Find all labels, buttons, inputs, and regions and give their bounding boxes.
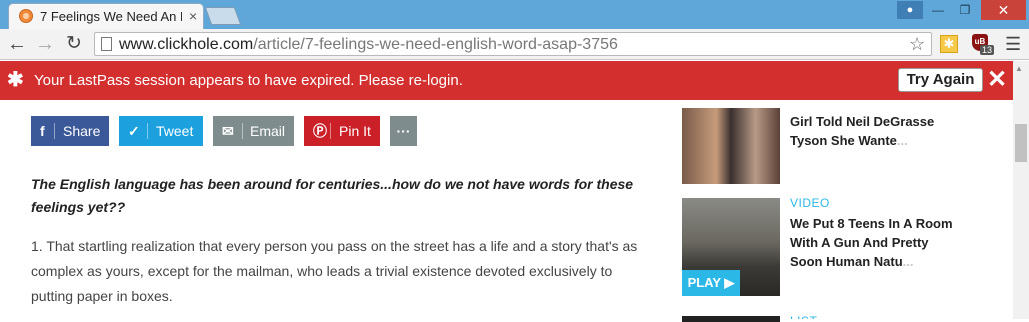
bookmark-star-icon[interactable]: ☆	[909, 34, 925, 54]
twitter-share-button[interactable]: ✓ Tweet	[119, 116, 203, 146]
user-profile-icon[interactable]: ●	[897, 1, 923, 19]
play-button[interactable]: PLAY ▶	[682, 270, 740, 296]
more-share-button[interactable]: ···	[390, 116, 417, 146]
try-again-button[interactable]: Try Again	[898, 68, 983, 92]
sidebar-item-label-2: VIDEO	[790, 196, 830, 210]
pinterest-share-label: Pin It	[339, 123, 371, 139]
page-content: f Share ✓ Tweet ✉ Email Ⓟ Pin It ··· The…	[0, 100, 1029, 322]
lastpass-asterisk-icon: ✱	[7, 69, 24, 91]
sidebar-item-title-2[interactable]: We Put 8 Teens In A Room With A Gun And …	[790, 214, 960, 271]
window-close-icon[interactable]: ✕	[981, 0, 1026, 20]
back-icon[interactable]: ←	[6, 33, 28, 55]
window-titlebar: 7 Feelings We Need An Er × ● — ❐ ✕	[0, 0, 1029, 29]
extension-badge: 13	[980, 45, 995, 55]
article-intro: The English language has been around for…	[31, 176, 634, 215]
clickhole-favicon-icon	[19, 9, 33, 23]
scrollbar-thumb[interactable]	[1015, 124, 1027, 162]
forward-icon[interactable]: →	[34, 33, 56, 55]
facebook-share-button[interactable]: f Share	[31, 116, 109, 146]
tab-close-icon[interactable]: ×	[189, 8, 197, 24]
twitter-share-label: Tweet	[156, 123, 194, 139]
envelope-icon: ✉	[222, 123, 234, 139]
sidebar-item-title-1[interactable]: Girl Told Neil DeGrasse Tyson She Wante.…	[790, 112, 960, 150]
sidebar-thumbnail-1[interactable]	[682, 108, 780, 184]
sidebar-item-title-1-text: Girl Told Neil DeGrasse Tyson She Wante	[790, 114, 935, 148]
twitter-icon: ✓	[128, 123, 140, 139]
sidebar-item-title-2-text: We Put 8 Teens In A Room With A Gun And …	[790, 216, 953, 269]
url-text: www.clickhole.com/article/7-feelings-we-…	[119, 35, 618, 55]
extension-icon[interactable]: ✱	[940, 35, 958, 53]
lastpass-close-icon[interactable]: ✕	[987, 67, 1007, 93]
address-bar[interactable]: www.clickhole.com/article/7-feelings-we-…	[94, 32, 932, 56]
article-point-1: 1. That startling realization that every…	[31, 238, 638, 304]
scroll-up-arrow-icon[interactable]: ▲	[1015, 64, 1023, 73]
lastpass-notification-bar: ✱ Your LastPass session appears to have …	[0, 61, 1029, 100]
tab-title: 7 Feelings We Need An Er	[40, 9, 182, 24]
browser-tab[interactable]: 7 Feelings We Need An Er ×	[8, 3, 204, 29]
menu-icon[interactable]: ☰	[1005, 33, 1021, 55]
reload-icon[interactable]: ↻	[63, 33, 85, 55]
facebook-icon: f	[40, 123, 45, 139]
maximize-icon[interactable]: ❐	[952, 1, 978, 19]
page-icon	[101, 37, 112, 51]
pinterest-icon: Ⓟ	[313, 123, 327, 139]
sidebar-thumbnail-3[interactable]	[682, 316, 780, 322]
email-share-label: Email	[250, 123, 286, 139]
ublock-extension-icon[interactable]: uB 13	[972, 34, 995, 56]
sidebar-item-title-2-fade: ...	[902, 254, 914, 269]
lastpass-message: Your LastPass session appears to have ex…	[34, 72, 463, 89]
minimize-icon[interactable]: —	[925, 1, 951, 19]
page-scrollbar[interactable]	[1013, 61, 1029, 319]
sidebar-item-label-3: LIST	[790, 314, 817, 319]
url-path: /article/7-feelings-we-need-english-word…	[253, 36, 618, 53]
url-host: www.clickhole.com	[119, 36, 254, 53]
sidebar-item-title-1-fade: ...	[896, 133, 908, 148]
facebook-share-label: Share	[63, 123, 101, 139]
pinterest-share-button[interactable]: Ⓟ Pin It	[304, 116, 380, 146]
email-share-button[interactable]: ✉ Email	[213, 116, 294, 146]
new-tab-button[interactable]	[204, 7, 242, 25]
browser-toolbar: ← → ↻ www.clickhole.com/article/7-feelin…	[0, 29, 1029, 60]
